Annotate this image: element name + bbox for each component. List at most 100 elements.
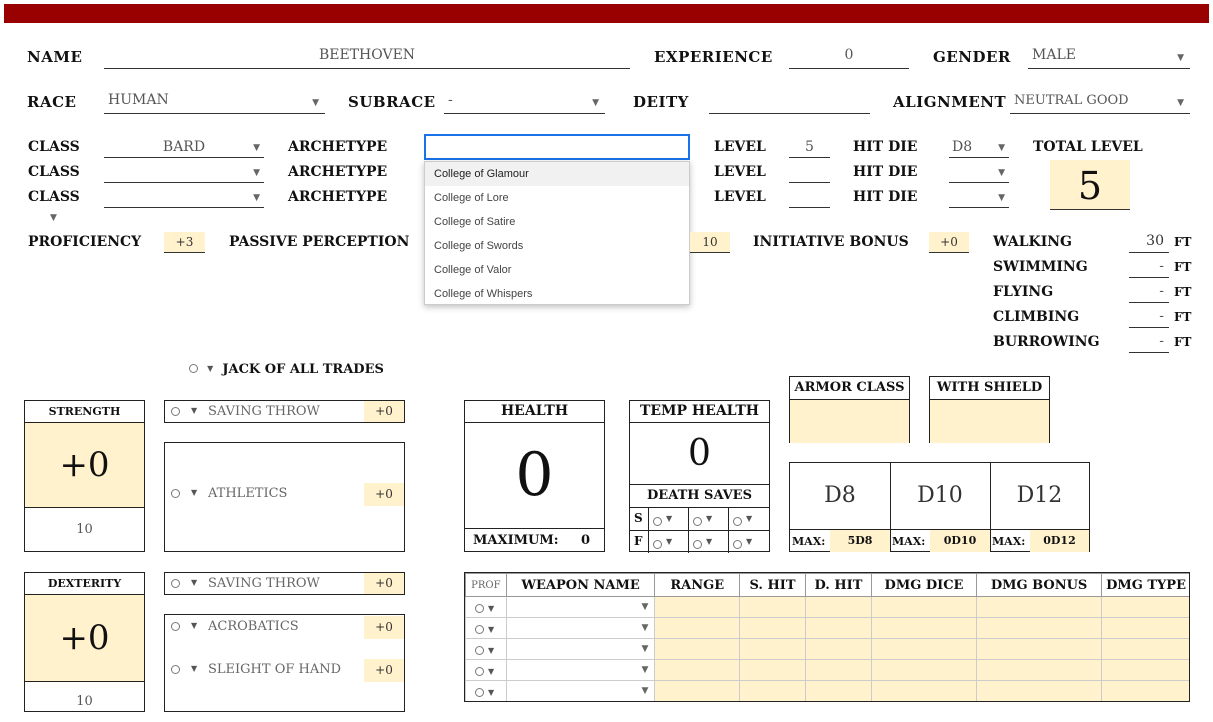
burrowing-value[interactable]: - xyxy=(1129,333,1169,353)
weapon-name-select[interactable]: ▼ xyxy=(505,659,656,681)
hit-die-name: d8 xyxy=(824,483,856,508)
chevron-down-icon[interactable]: ▼ xyxy=(50,213,57,223)
class-select-1[interactable]: Bard ▼ xyxy=(104,139,264,158)
weapon-s-hit[interactable] xyxy=(739,617,806,639)
strength-score[interactable]: 10 xyxy=(25,508,144,552)
race-label: Race xyxy=(27,93,77,111)
weapon-range[interactable] xyxy=(654,638,741,660)
weapon-dmg-type[interactable] xyxy=(1101,638,1189,660)
weapon-s-hit[interactable] xyxy=(739,659,806,681)
menu-item-college-of-satire[interactable]: College of Satire xyxy=(425,210,689,234)
class-select-2[interactable]: ▼ xyxy=(104,164,264,183)
menu-item-college-of-swords[interactable]: College of Swords xyxy=(425,234,689,258)
skill-athletics[interactable]: ▼ Athletics +0 xyxy=(165,483,404,506)
weapon-dmg-type[interactable] xyxy=(1101,680,1189,701)
weapon-s-hit[interactable] xyxy=(739,680,806,701)
max-value[interactable]: 0d12 xyxy=(1030,530,1089,552)
weapon-prof-toggle[interactable]: ▼ xyxy=(465,680,507,701)
skill-bonus: +0 xyxy=(364,659,404,682)
weapon-name-select[interactable]: ▼ xyxy=(505,596,656,618)
hit-die-label-1: Hit Die xyxy=(853,139,918,155)
hit-die-select-1[interactable]: d8 ▼ xyxy=(949,139,1009,158)
weapon-dmg-type[interactable] xyxy=(1101,596,1189,618)
death-save-fail-3[interactable]: ▼ xyxy=(728,531,770,553)
dexterity-score[interactable]: 10 xyxy=(25,682,144,712)
weapon-range[interactable] xyxy=(654,617,741,639)
armor-class-value[interactable] xyxy=(790,400,909,443)
weapon-name-select[interactable]: ▼ xyxy=(505,617,656,639)
weapon-s-hit[interactable] xyxy=(739,638,806,660)
weapon-prof-toggle[interactable]: ▼ xyxy=(465,596,507,618)
swimming-value[interactable]: - xyxy=(1129,258,1169,278)
radio-icon xyxy=(653,517,662,526)
archetype-dropdown-menu[interactable]: College of Glamour College of Lore Colle… xyxy=(424,161,690,305)
health-max-value[interactable]: 0 xyxy=(581,529,590,553)
skill-acrobatics[interactable]: ▼ Acrobatics +0 xyxy=(165,616,404,639)
weapon-dmg-bonus[interactable] xyxy=(976,638,1103,660)
class-select-3[interactable]: ▼ xyxy=(104,189,264,208)
weapon-prof-toggle[interactable]: ▼ xyxy=(465,638,507,660)
weapon-d-hit[interactable] xyxy=(804,638,872,660)
weapon-name-select[interactable]: ▼ xyxy=(505,638,656,660)
weapon-range[interactable] xyxy=(654,596,741,618)
weapon-range[interactable] xyxy=(654,680,741,701)
health-value[interactable]: 0 xyxy=(465,423,604,529)
dexterity-saving-throw[interactable]: ▼ Saving Throw +0 xyxy=(164,572,405,595)
death-save-fail-2[interactable]: ▼ xyxy=(688,531,729,553)
weapon-dmg-dice[interactable] xyxy=(870,617,978,639)
strength-saving-throw[interactable]: ▼ Saving Throw +0 xyxy=(164,400,405,423)
death-save-success-3[interactable]: ▼ xyxy=(728,508,770,530)
weapon-dmg-bonus[interactable] xyxy=(976,680,1103,701)
max-value[interactable]: 0d10 xyxy=(930,530,990,552)
level-field-3[interactable] xyxy=(789,189,830,208)
max-value[interactable]: 5d8 xyxy=(830,530,890,552)
gender-select[interactable]: Male ▼ xyxy=(1028,47,1190,69)
menu-item-college-of-lore[interactable]: College of Lore xyxy=(425,186,689,210)
strength-modifier[interactable]: +0 xyxy=(25,423,144,508)
weapon-name-select[interactable]: ▼ xyxy=(505,680,656,701)
walking-value[interactable]: 30 xyxy=(1129,233,1169,253)
weapon-range[interactable] xyxy=(654,659,741,681)
dexterity-modifier[interactable]: +0 xyxy=(25,595,144,682)
weapon-prof-toggle[interactable]: ▼ xyxy=(465,617,507,639)
weapon-d-hit[interactable] xyxy=(804,596,872,618)
with-shield-value[interactable] xyxy=(930,400,1049,443)
weapon-dmg-bonus[interactable] xyxy=(976,659,1103,681)
weapon-dmg-bonus[interactable] xyxy=(976,596,1103,618)
chevron-down-icon: ▼ xyxy=(641,686,649,696)
climbing-value[interactable]: - xyxy=(1129,308,1169,328)
level-field-2[interactable] xyxy=(789,164,830,183)
experience-field[interactable]: 0 xyxy=(789,47,909,69)
death-save-success-1[interactable]: ▼ xyxy=(648,508,689,530)
race-select[interactable]: Human ▼ xyxy=(104,92,325,114)
weapon-prof-toggle[interactable]: ▼ xyxy=(465,659,507,681)
weapon-dmg-dice[interactable] xyxy=(870,596,978,618)
weapon-s-hit[interactable] xyxy=(739,596,806,618)
menu-item-college-of-valor[interactable]: College of Valor xyxy=(425,258,689,282)
deity-field[interactable] xyxy=(709,92,870,114)
weapon-d-hit[interactable] xyxy=(804,617,872,639)
weapon-d-hit[interactable] xyxy=(804,680,872,701)
skill-sleight-of-hand[interactable]: ▼ Sleight of Hand +0 xyxy=(165,659,404,682)
level-field-1[interactable]: 5 xyxy=(789,139,830,158)
alignment-select[interactable]: Neutral Good ▼ xyxy=(1010,92,1190,114)
death-save-success-2[interactable]: ▼ xyxy=(688,508,729,530)
weapon-dmg-type[interactable] xyxy=(1101,659,1189,681)
menu-item-college-of-whispers[interactable]: College of Whispers xyxy=(425,282,689,306)
weapon-dmg-dice[interactable] xyxy=(870,659,978,681)
flying-value[interactable]: - xyxy=(1129,283,1169,303)
death-save-fail-1[interactable]: ▼ xyxy=(648,531,689,553)
weapon-dmg-type[interactable] xyxy=(1101,617,1189,639)
name-field[interactable]: Beethoven xyxy=(104,47,630,69)
jack-of-all-trades-toggle[interactable]: ▼ Jack of All Trades xyxy=(189,358,384,377)
hit-die-select-3[interactable]: ▼ xyxy=(949,189,1009,208)
subrace-select[interactable]: - ▼ xyxy=(444,92,605,114)
menu-item-college-of-glamour[interactable]: College of Glamour xyxy=(425,162,689,186)
archetype-input-1[interactable] xyxy=(424,134,690,160)
weapon-dmg-dice[interactable] xyxy=(870,680,978,701)
weapon-dmg-bonus[interactable] xyxy=(976,617,1103,639)
weapon-dmg-dice[interactable] xyxy=(870,638,978,660)
weapon-d-hit[interactable] xyxy=(804,659,872,681)
hit-die-select-2[interactable]: ▼ xyxy=(949,164,1009,183)
temp-health-value[interactable]: 0 xyxy=(630,423,769,485)
